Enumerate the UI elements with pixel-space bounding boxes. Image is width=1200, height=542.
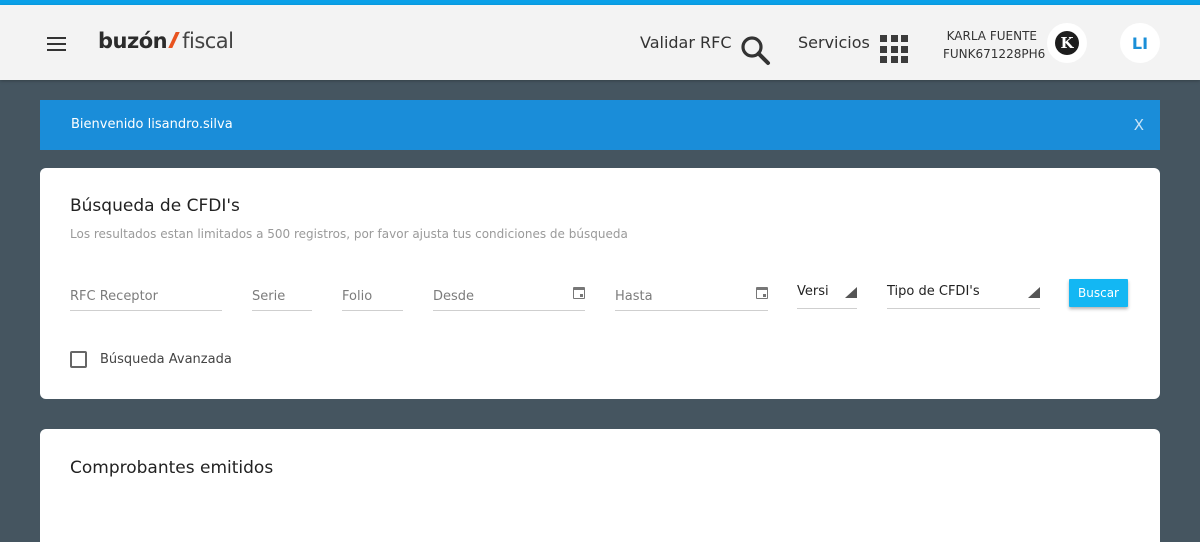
version-select-label: Versi bbox=[797, 284, 829, 299]
logo-product: fiscal bbox=[182, 29, 234, 53]
welcome-banner: Bienvenido lisandro.silva X bbox=[40, 100, 1160, 150]
logo-slash bbox=[168, 32, 180, 48]
user-rfc: FUNK671228PH6 bbox=[943, 47, 1046, 61]
hasta-field bbox=[615, 285, 768, 311]
search-card: Búsqueda de CFDI's Los resultados estan … bbox=[40, 168, 1160, 399]
search-icon[interactable] bbox=[739, 34, 771, 66]
version-select[interactable]: Versi bbox=[797, 283, 857, 309]
hasta-input[interactable] bbox=[615, 288, 768, 304]
advanced-search-checkbox[interactable] bbox=[70, 351, 87, 368]
logo-brand: buzón bbox=[98, 29, 168, 53]
serie-field bbox=[252, 285, 312, 311]
rfc-receptor-input[interactable] bbox=[70, 288, 222, 304]
app-logo[interactable]: buzón fiscal bbox=[98, 29, 234, 59]
dropdown-arrow-icon bbox=[845, 287, 857, 298]
serie-input[interactable] bbox=[252, 288, 312, 304]
hasta-calendar-icon[interactable] bbox=[756, 287, 768, 299]
user-name: KARLA FUENTE bbox=[946, 29, 1037, 43]
dropdown-arrow-icon bbox=[1028, 287, 1040, 298]
welcome-message: Bienvenido lisandro.silva bbox=[71, 117, 233, 132]
company-logo-icon: K bbox=[1055, 31, 1079, 55]
advanced-search-label[interactable]: Búsqueda Avanzada bbox=[100, 352, 232, 367]
search-subtitle: Los resultados estan limitados a 500 reg… bbox=[70, 227, 628, 241]
user-info: KARLA FUENTE FUNK671228PH6 bbox=[943, 27, 1046, 63]
apps-grid-icon[interactable] bbox=[880, 35, 908, 63]
search-title: Búsqueda de CFDI's bbox=[70, 196, 240, 216]
folio-field bbox=[342, 285, 403, 311]
tipo-cfdi-select[interactable]: Tipo de CFDI's bbox=[887, 283, 1040, 309]
desde-input[interactable] bbox=[433, 288, 585, 304]
tipo-cfdi-select-label: Tipo de CFDI's bbox=[887, 284, 980, 299]
emitidos-card: Comprobantes emitidos bbox=[40, 429, 1160, 542]
servicios-link[interactable]: Servicios bbox=[798, 33, 870, 52]
validar-rfc-link[interactable]: Validar RFC bbox=[640, 33, 732, 52]
close-banner-button[interactable]: X bbox=[1134, 116, 1144, 134]
folio-input[interactable] bbox=[342, 288, 403, 304]
emitidos-title: Comprobantes emitidos bbox=[70, 458, 274, 478]
hamburger-menu-icon[interactable] bbox=[47, 37, 67, 51]
desde-calendar-icon[interactable] bbox=[573, 287, 585, 299]
rfc-receptor-field bbox=[70, 285, 222, 311]
buscar-button[interactable]: Buscar bbox=[1069, 279, 1128, 307]
desde-field bbox=[433, 285, 585, 311]
user-avatar[interactable]: LI bbox=[1120, 23, 1160, 63]
company-avatar[interactable]: K bbox=[1047, 23, 1087, 63]
app-header: buzón fiscal Validar RFC Servicios KARLA… bbox=[0, 5, 1200, 80]
